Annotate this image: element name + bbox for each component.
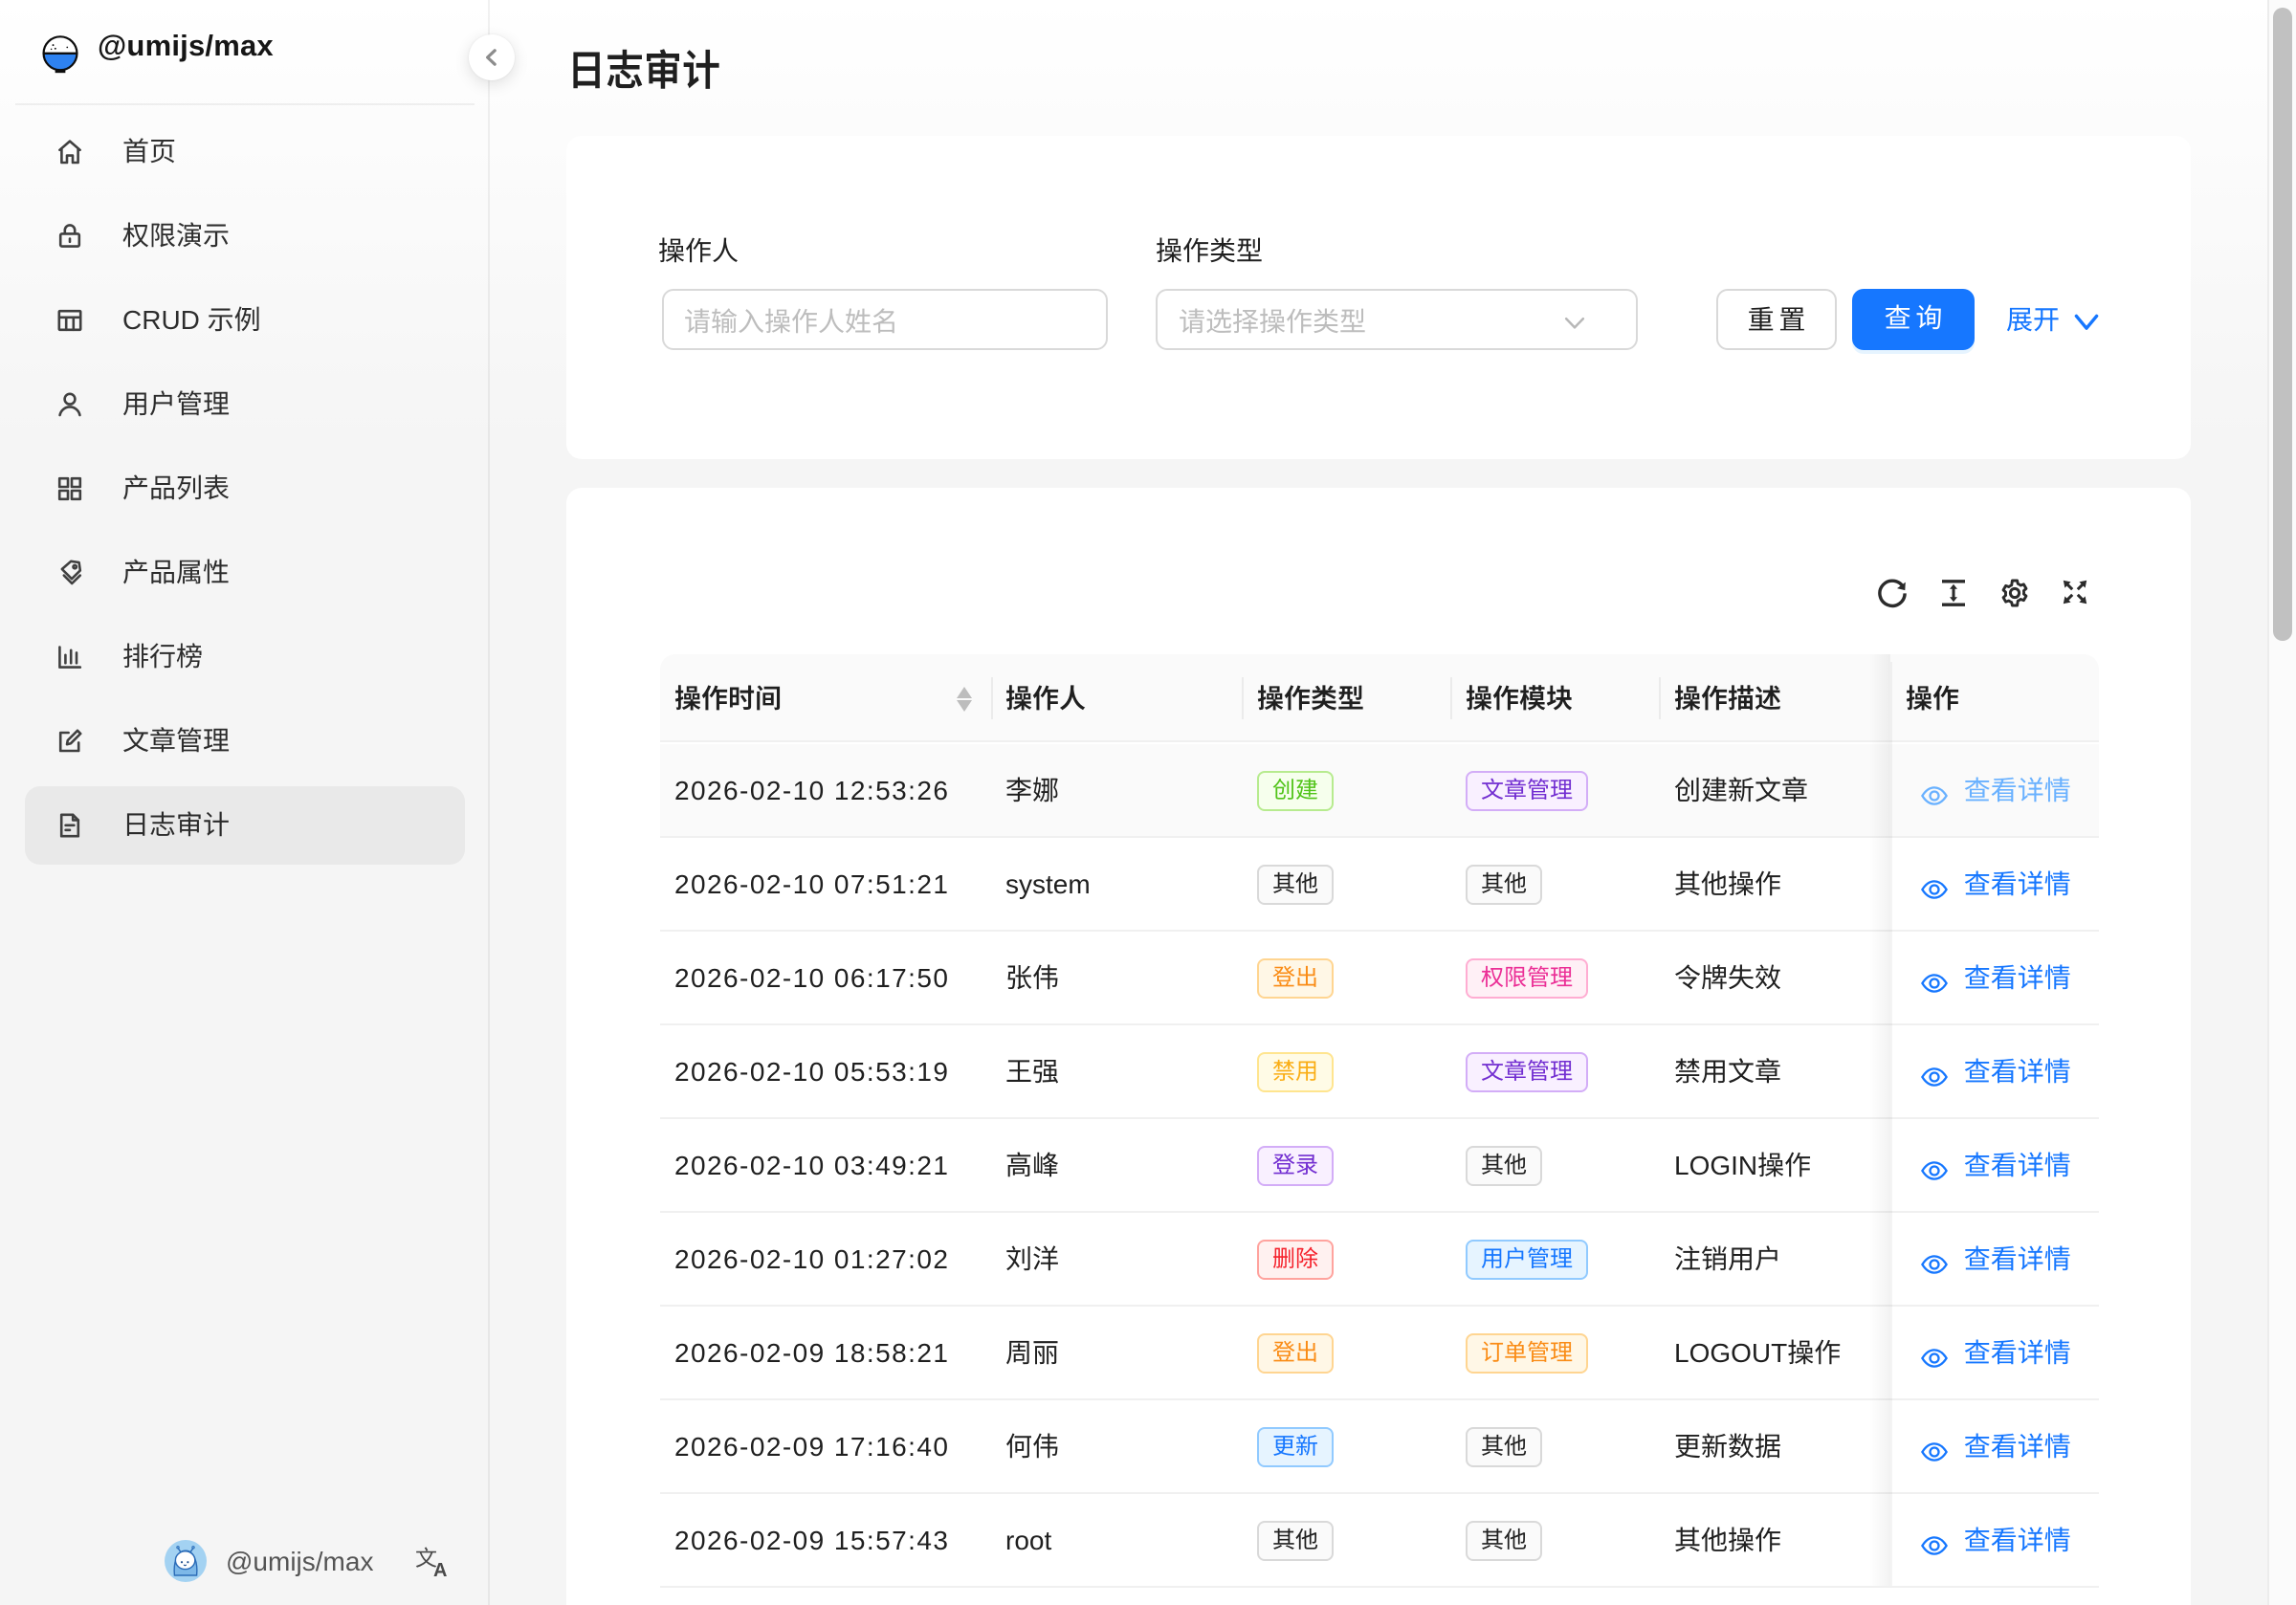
svg-text:A: A [432, 1559, 446, 1577]
